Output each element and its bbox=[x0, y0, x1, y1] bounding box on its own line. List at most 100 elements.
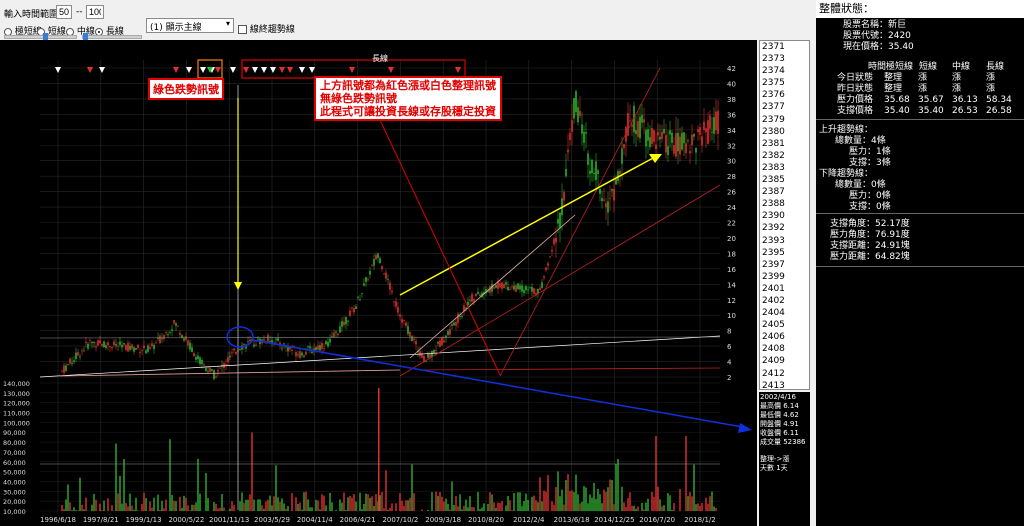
stock-code-item[interactable]: 2371 bbox=[760, 41, 809, 53]
volume-bar bbox=[65, 499, 67, 511]
signal-triangle bbox=[349, 67, 355, 73]
volume-bar bbox=[455, 496, 457, 511]
stock-code-item[interactable]: 2374 bbox=[760, 65, 809, 77]
trendline-checkbox[interactable]: 線終趨勢線 bbox=[238, 22, 295, 35]
volume-bar bbox=[365, 493, 367, 511]
candle-body bbox=[189, 342, 191, 350]
line-select[interactable]: (1) 顯示主線 ▾ bbox=[146, 18, 234, 33]
volume-bar bbox=[351, 497, 353, 511]
stock-code-item[interactable]: 2397 bbox=[760, 259, 809, 271]
volume-bar bbox=[481, 507, 483, 511]
y-tick-label: 28 bbox=[727, 173, 736, 181]
candle-body bbox=[65, 365, 67, 371]
stock-code-item[interactable]: 2402 bbox=[760, 295, 809, 307]
slider-right[interactable] bbox=[82, 33, 142, 41]
stock-code-item[interactable]: 2377 bbox=[760, 101, 809, 113]
yellow-arrow-down-head bbox=[234, 282, 242, 290]
candle-body bbox=[403, 319, 405, 321]
candle-body bbox=[119, 341, 121, 345]
volume-bar bbox=[553, 504, 555, 511]
stock-code-item[interactable]: 2413 bbox=[760, 380, 809, 389]
stock-code-item[interactable]: 2385 bbox=[760, 174, 809, 186]
volume-bar bbox=[571, 490, 573, 511]
candle-body bbox=[69, 358, 71, 364]
stock-code-item[interactable]: 2399 bbox=[760, 271, 809, 283]
stock-code-item[interactable]: 2409 bbox=[760, 355, 809, 367]
candle-body bbox=[585, 132, 587, 134]
stock-code-item[interactable]: 2376 bbox=[760, 89, 809, 101]
x-tick-label: 2018/1/2 bbox=[684, 516, 715, 524]
stock-code-item[interactable]: 2401 bbox=[760, 283, 809, 295]
volume-bar bbox=[631, 505, 633, 511]
candle-body bbox=[539, 287, 541, 290]
stock-code-item[interactable]: 2405 bbox=[760, 319, 809, 331]
volume-bar bbox=[215, 503, 217, 511]
candle-body bbox=[141, 350, 143, 352]
volume-bar bbox=[439, 492, 441, 511]
stock-chart[interactable]: 1996/6/18 1997/8/21 1999/1/13 2000/5/22 2001… bbox=[0, 40, 757, 526]
candle-body bbox=[89, 340, 91, 341]
x-tick-label: 2012/2/4 bbox=[513, 516, 545, 524]
volume-bar bbox=[269, 495, 271, 511]
candle-body bbox=[541, 282, 543, 289]
stock-code-item[interactable]: 2379 bbox=[760, 114, 809, 126]
volume-bar bbox=[241, 492, 243, 511]
stock-code-item[interactable]: 2373 bbox=[760, 53, 809, 65]
stock-code-item[interactable]: 2408 bbox=[760, 343, 809, 355]
candle-body bbox=[509, 288, 511, 290]
volume-bar bbox=[647, 498, 649, 511]
candle-body bbox=[229, 355, 231, 358]
candle-body bbox=[661, 131, 663, 139]
stock-code-item[interactable]: 2406 bbox=[760, 331, 809, 343]
stock-code-item[interactable]: 2395 bbox=[760, 247, 809, 259]
candle-body bbox=[479, 294, 481, 296]
stock-code-item[interactable]: 2390 bbox=[760, 210, 809, 222]
stock-code-item[interactable]: 2412 bbox=[760, 368, 809, 380]
candle-body bbox=[471, 294, 473, 302]
candle-body bbox=[547, 263, 549, 266]
volume-bar bbox=[465, 499, 467, 511]
candle-body bbox=[67, 364, 69, 366]
stock-code-item[interactable]: 2375 bbox=[760, 77, 809, 89]
stock-code-item[interactable]: 2380 bbox=[760, 126, 809, 138]
volume-bar bbox=[127, 506, 129, 511]
volume-bar bbox=[181, 507, 183, 511]
candle-body bbox=[253, 344, 255, 347]
range-to-input[interactable] bbox=[86, 5, 104, 19]
candle-body bbox=[511, 286, 513, 288]
stock-code-item[interactable]: 2382 bbox=[760, 150, 809, 162]
stock-code-item[interactable]: 2392 bbox=[760, 222, 809, 234]
range-from-input[interactable] bbox=[56, 5, 72, 19]
candle-body bbox=[195, 357, 197, 360]
stock-code-list[interactable]: 2371 2373 2374 2375 2376 2377 2379 2380 2381 2382… bbox=[759, 40, 810, 390]
stock-code-item[interactable]: 2388 bbox=[760, 198, 809, 210]
candle-body bbox=[429, 354, 431, 358]
candle-body bbox=[713, 117, 715, 134]
blue-arrow-head bbox=[738, 423, 752, 433]
candle-body bbox=[669, 130, 671, 135]
volume-bar bbox=[569, 491, 571, 511]
stock-code-item[interactable]: 2383 bbox=[760, 162, 809, 174]
candle-body bbox=[139, 352, 141, 354]
candle-body bbox=[181, 335, 183, 338]
status-cell: 漲 bbox=[986, 84, 996, 94]
candle-body bbox=[151, 343, 153, 346]
candle-body bbox=[135, 348, 137, 350]
candle-body bbox=[697, 129, 699, 133]
volume-bar bbox=[473, 507, 475, 511]
volume-bar bbox=[263, 508, 265, 511]
volume-bar bbox=[169, 439, 171, 511]
stock-code-item[interactable]: 2381 bbox=[760, 138, 809, 150]
stock-code-item[interactable]: 2387 bbox=[760, 186, 809, 198]
volume-bar bbox=[309, 507, 311, 511]
stock-code-item[interactable]: 2393 bbox=[760, 235, 809, 247]
candle-body bbox=[607, 201, 609, 213]
volume-bar bbox=[523, 501, 525, 511]
up-trend-pressure: 壓力：1條 bbox=[849, 147, 891, 157]
volume-bar bbox=[441, 496, 443, 511]
status-cell: 漲 bbox=[986, 73, 996, 83]
slider-left[interactable] bbox=[4, 33, 77, 41]
x-tick-label: 2004/11/4 bbox=[297, 516, 333, 524]
stock-code-item[interactable]: 2404 bbox=[760, 307, 809, 319]
volume-bar bbox=[151, 507, 153, 511]
